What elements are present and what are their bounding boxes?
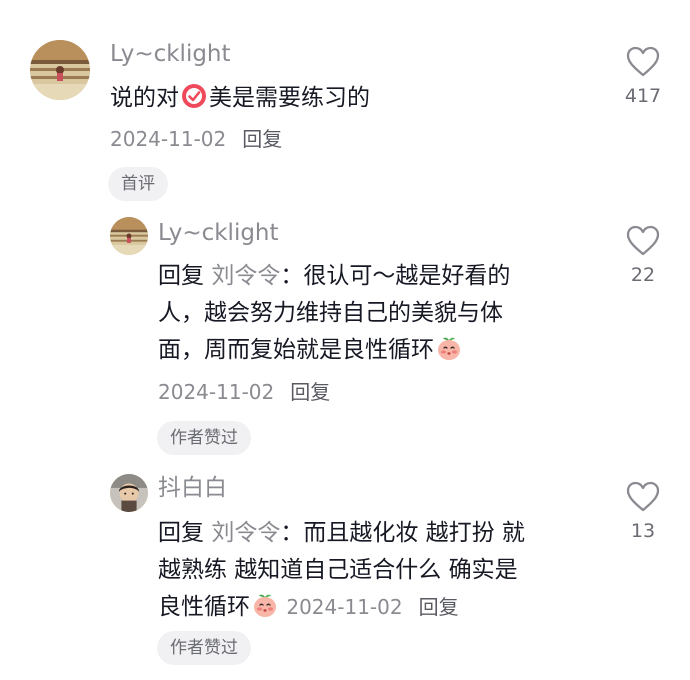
check-mark-emoji bbox=[182, 84, 206, 108]
reply-prefix: 回复 bbox=[158, 263, 212, 289]
heart-icon bbox=[626, 46, 660, 77]
comment-date: 2024-11-02 bbox=[158, 380, 275, 404]
reply-button[interactable]: 回复 bbox=[419, 595, 459, 619]
colon: ： bbox=[280, 263, 304, 289]
reply-meta: 2024-11-02 回复 bbox=[280, 595, 459, 619]
reply-line: 回复 刘令令：而且越化妆 越打扮 就 bbox=[158, 515, 598, 552]
like-button[interactable]: 13 bbox=[613, 481, 673, 543]
avatar-image bbox=[110, 474, 148, 512]
reply-prefix: 回复 bbox=[158, 520, 212, 546]
like-count: 22 bbox=[630, 264, 656, 286]
reply-text-line: 很认可～越是好看的 bbox=[303, 263, 511, 289]
colon: ： bbox=[280, 520, 304, 546]
avatar-image bbox=[110, 217, 148, 255]
avatar-image bbox=[30, 40, 90, 100]
reply-text: 回复 刘令令：而且越化妆 越打扮 就 越熟练 越知道自己适合什么 确实是 良性循… bbox=[158, 515, 598, 626]
heart-icon bbox=[626, 225, 660, 256]
reply-text-line: 面，周而复始就是良性循环 bbox=[158, 337, 434, 363]
reply-line: 越熟练 越知道自己适合什么 确实是 bbox=[158, 557, 518, 583]
reply-line: 人，越会努力维持自己的美貌与体 bbox=[158, 300, 503, 326]
peach-face-emoji bbox=[254, 594, 276, 617]
comment-date: 2024-11-02 bbox=[110, 127, 227, 151]
reply-text-line: 而且越化妆 越打扮 就 bbox=[303, 520, 525, 546]
comment-text-part: 美是需要练习的 bbox=[209, 85, 370, 111]
reply-button[interactable]: 回复 bbox=[242, 127, 282, 151]
comment-text: 说的对 美是需要练习的 bbox=[110, 80, 590, 117]
like-button[interactable]: 22 bbox=[613, 225, 673, 287]
comment-text-part: 说的对 bbox=[110, 85, 179, 111]
reply-line: 良性循环 2024-11-02 回复 bbox=[158, 589, 598, 626]
avatar[interactable] bbox=[30, 40, 90, 100]
reply-line: 面，周而复始就是良性循环 bbox=[158, 332, 598, 369]
mention[interactable]: 刘令令 bbox=[211, 520, 280, 546]
like-count: 417 bbox=[624, 85, 662, 107]
first-comment-badge: 首评 bbox=[108, 167, 168, 201]
avatar[interactable] bbox=[110, 474, 148, 512]
mention[interactable]: 刘令令 bbox=[211, 263, 280, 289]
reply-text-line: 良性循环 bbox=[158, 594, 250, 620]
avatar[interactable] bbox=[110, 217, 148, 255]
comment-meta: 2024-11-02 回复 bbox=[110, 126, 282, 152]
reply-text: 回复 刘令令：很认可～越是好看的 人，越会努力维持自己的美貌与体 面，周而复始就… bbox=[158, 258, 598, 369]
username[interactable]: 抖白白 bbox=[158, 474, 227, 502]
reply-meta: 2024-11-02 回复 bbox=[158, 379, 330, 405]
like-count: 13 bbox=[630, 520, 656, 542]
like-button[interactable]: 417 bbox=[613, 46, 673, 108]
heart-icon bbox=[626, 481, 660, 512]
reply-button[interactable]: 回复 bbox=[290, 380, 330, 404]
author-liked-badge: 作者赞过 bbox=[157, 631, 251, 665]
author-liked-badge: 作者赞过 bbox=[157, 421, 251, 455]
username[interactable]: Ly~cklight bbox=[158, 219, 279, 247]
reply-line: 回复 刘令令：很认可～越是好看的 bbox=[158, 258, 598, 295]
peach-face-emoji bbox=[438, 337, 460, 360]
username[interactable]: Ly~cklight bbox=[110, 40, 231, 68]
comment-date: 2024-11-02 bbox=[286, 595, 403, 619]
